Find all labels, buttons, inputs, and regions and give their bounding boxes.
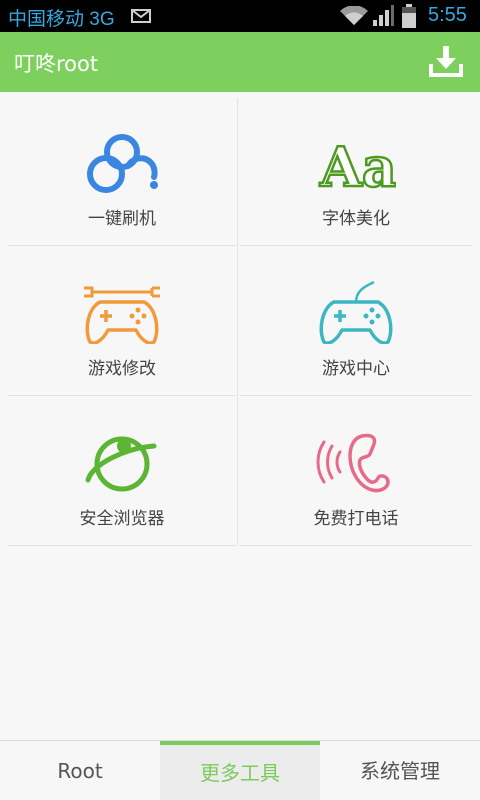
tool-label: 免费打电话 — [313, 509, 399, 529]
tool-font-beautify[interactable]: Aa 字体美化 — [240, 96, 472, 246]
browser-globe-icon — [85, 436, 157, 492]
mail-icon — [131, 9, 151, 23]
svg-text:Aa: Aa — [319, 135, 396, 194]
tab-more-tools[interactable]: 更多工具 — [160, 741, 320, 800]
tool-label: 游戏中心 — [322, 359, 390, 379]
download-icon[interactable] — [426, 42, 466, 82]
gamepad-icon — [319, 280, 393, 344]
tool-label: 安全浏览器 — [79, 509, 165, 529]
bottom-tab-bar: Root 更多工具 系统管理 — [0, 740, 480, 800]
tab-system-manage[interactable]: 系统管理 — [320, 741, 480, 800]
signal-icon — [373, 5, 394, 26]
tool-flash-rom[interactable]: 一键刷机 — [6, 96, 238, 246]
font-aa-icon: Aa — [318, 134, 396, 194]
tool-game-modify[interactable]: 游戏修改 — [6, 246, 238, 396]
clock-label: 5:55 — [428, 4, 467, 26]
tool-label: 字体美化 — [322, 209, 390, 229]
tool-label: 一键刷机 — [88, 209, 156, 229]
status-bar: 中国移动 3G 5:55 — [0, 0, 480, 32]
app-bar: 叮咚root — [0, 32, 480, 92]
battery-icon — [402, 4, 416, 28]
tool-free-call[interactable]: 免费打电话 — [240, 396, 472, 546]
tool-label: 游戏修改 — [88, 359, 156, 379]
tool-safe-browser[interactable]: 安全浏览器 — [6, 396, 238, 546]
tools-grid: 一键刷机 Aa 字体美化 游戏修改 游戏中心 安全浏览器 免费打电话 — [0, 92, 480, 547]
app-title: 叮咚root — [14, 52, 99, 76]
baidu-flash-icon — [87, 134, 158, 193]
carrier-label: 中国移动 3G — [8, 9, 115, 30]
phone-call-icon — [316, 433, 390, 493]
tab-root[interactable]: Root — [0, 741, 160, 800]
wifi-icon — [340, 6, 368, 25]
tool-game-center[interactable]: 游戏中心 — [240, 246, 472, 396]
gamepad-wrench-icon — [84, 286, 160, 344]
